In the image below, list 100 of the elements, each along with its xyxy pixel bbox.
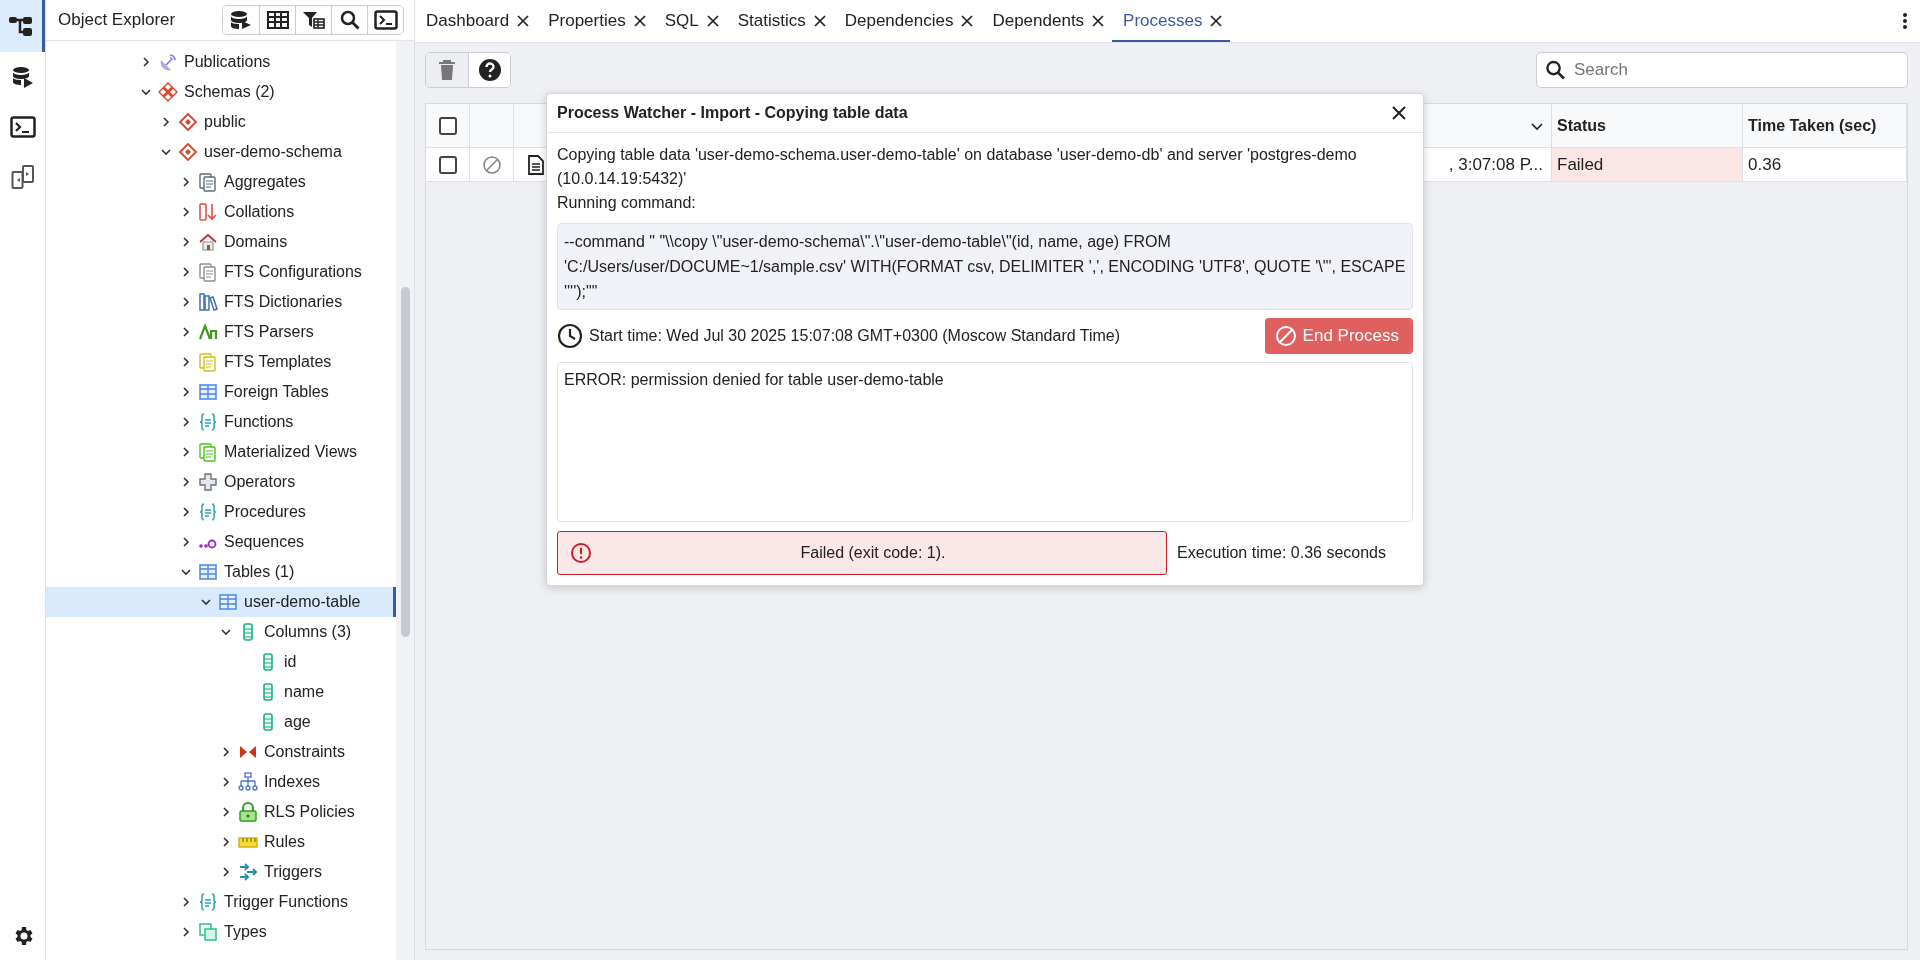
tree-item[interactable]: Indexes [46,767,396,797]
tab[interactable]: Statistics [726,2,834,42]
chevron-right-icon[interactable] [180,506,192,518]
tree-item-label: Columns (3) [264,623,352,641]
chevron-down-icon[interactable] [200,596,212,608]
cancel-icon[interactable] [481,154,502,175]
tree-item[interactable]: Materialized Views [46,437,396,467]
satellite-dish-icon [158,52,178,72]
tab[interactable]: Dashboard [415,2,538,42]
tree-item[interactable]: Triggers [46,857,396,887]
chevron-right-icon[interactable] [220,776,232,788]
chevron-right-icon[interactable] [180,476,192,488]
chevron-right-icon[interactable] [220,836,232,848]
tree-item[interactable]: Domains [46,227,396,257]
close-icon[interactable] [706,15,719,27]
chevron-right-icon[interactable] [180,326,192,338]
chevron-right-icon[interactable] [180,536,192,548]
tree-item[interactable]: Schemas (2) [46,77,396,107]
close-icon[interactable] [961,15,974,27]
tree-item-label: Domains [224,233,288,251]
tree-item[interactable]: age [46,707,396,737]
tree-item[interactable]: FTS Configurations [46,257,396,287]
chevron-right-icon[interactable] [180,416,192,428]
help-icon[interactable] [477,58,502,82]
chevron-right-icon[interactable] [220,806,232,818]
braces-icon [198,412,218,432]
tree-item[interactable]: FTS Dictionaries [46,287,396,317]
document-icon[interactable] [526,154,545,175]
chevron-right-icon[interactable] [180,236,192,248]
tree-item[interactable]: Publications [46,47,396,77]
chevron-right-icon[interactable] [160,116,172,128]
close-icon[interactable] [517,15,530,27]
tree-item[interactable]: Sequences [46,527,396,557]
tab[interactable]: SQL [653,2,727,42]
search-icon[interactable] [339,10,360,30]
chevron-right-icon[interactable] [180,356,192,368]
chevron-right-icon[interactable] [220,866,232,878]
tree-item[interactable]: Operators [46,467,396,497]
close-icon[interactable] [813,15,826,27]
more-vertical-icon[interactable] [1902,12,1908,30]
chevron-right-icon[interactable] [140,56,152,68]
tree-item[interactable]: Tables (1) [46,557,396,587]
tree-item-label: Materialized Views [224,443,358,461]
tree-item[interactable]: Rules [46,827,396,857]
close-icon[interactable] [633,15,646,27]
tree-item[interactable]: name [46,677,396,707]
close-icon[interactable] [1210,15,1223,27]
tree-view-button[interactable] [0,0,45,52]
tree-item[interactable]: Constraints [46,737,396,767]
tree-diagram-icon[interactable] [8,14,34,38]
tab[interactable]: Dependencies [833,2,982,42]
tree-item[interactable]: Columns (3) [46,617,396,647]
tab[interactable]: Properties [537,2,654,42]
tab[interactable]: Dependents [981,2,1113,42]
tree-item[interactable]: Procedures [46,497,396,527]
tree-item[interactable]: user-demo-schema [46,137,396,167]
compare-icon[interactable] [10,164,35,190]
chevron-right-icon[interactable] [180,926,192,938]
table-icon [198,382,218,402]
chevron-right-icon[interactable] [180,386,192,398]
chevron-down-icon[interactable] [180,566,192,578]
close-icon[interactable] [1391,105,1407,121]
help-button[interactable] [468,53,510,87]
tree-item[interactable]: Foreign Tables [46,377,396,407]
tree-item[interactable]: Types [46,917,396,947]
tree-item[interactable]: public [46,107,396,137]
tree-item[interactable]: Aggregates [46,167,396,197]
chevron-down-icon[interactable] [220,626,232,638]
filter-icon[interactable] [302,11,325,29]
tree-item[interactable]: FTS Parsers [46,317,396,347]
tree-item[interactable]: Functions [46,407,396,437]
tree-item[interactable]: FTS Templates [46,347,396,377]
chevron-down-icon[interactable] [160,146,172,158]
chevron-right-icon[interactable] [220,746,232,758]
tree-item[interactable]: Collations [46,197,396,227]
tree-item[interactable]: RLS Policies [46,797,396,827]
tree-item[interactable]: id [46,647,396,677]
chevron-right-icon[interactable] [180,896,192,908]
grid-icon[interactable] [266,11,289,29]
checkbox[interactable] [438,116,457,135]
database-play-icon[interactable] [230,10,252,30]
tree-item[interactable]: Trigger Functions [46,887,396,917]
database-play-icon[interactable] [10,65,35,89]
scrollbar-thumb[interactable] [401,287,410,637]
sort-caret-icon[interactable] [1531,120,1543,131]
chevron-right-icon[interactable] [180,446,192,458]
tree-item[interactable]: user-demo-table [46,587,396,617]
checkbox[interactable] [438,155,457,174]
chevron-right-icon[interactable] [180,296,192,308]
chevron-right-icon[interactable] [180,206,192,218]
terminal-icon[interactable] [9,116,36,138]
tree-item-label: Rules [264,833,305,851]
chevron-right-icon[interactable] [180,266,192,278]
close-icon[interactable] [1092,15,1105,27]
status-message: Failed (exit code: 1). [557,531,1167,575]
terminal-icon[interactable] [373,10,398,30]
chevron-right-icon[interactable] [180,176,192,188]
terminal-button[interactable] [367,6,403,34]
chevron-down-icon[interactable] [140,86,152,98]
hierarchy-icon [238,772,258,792]
